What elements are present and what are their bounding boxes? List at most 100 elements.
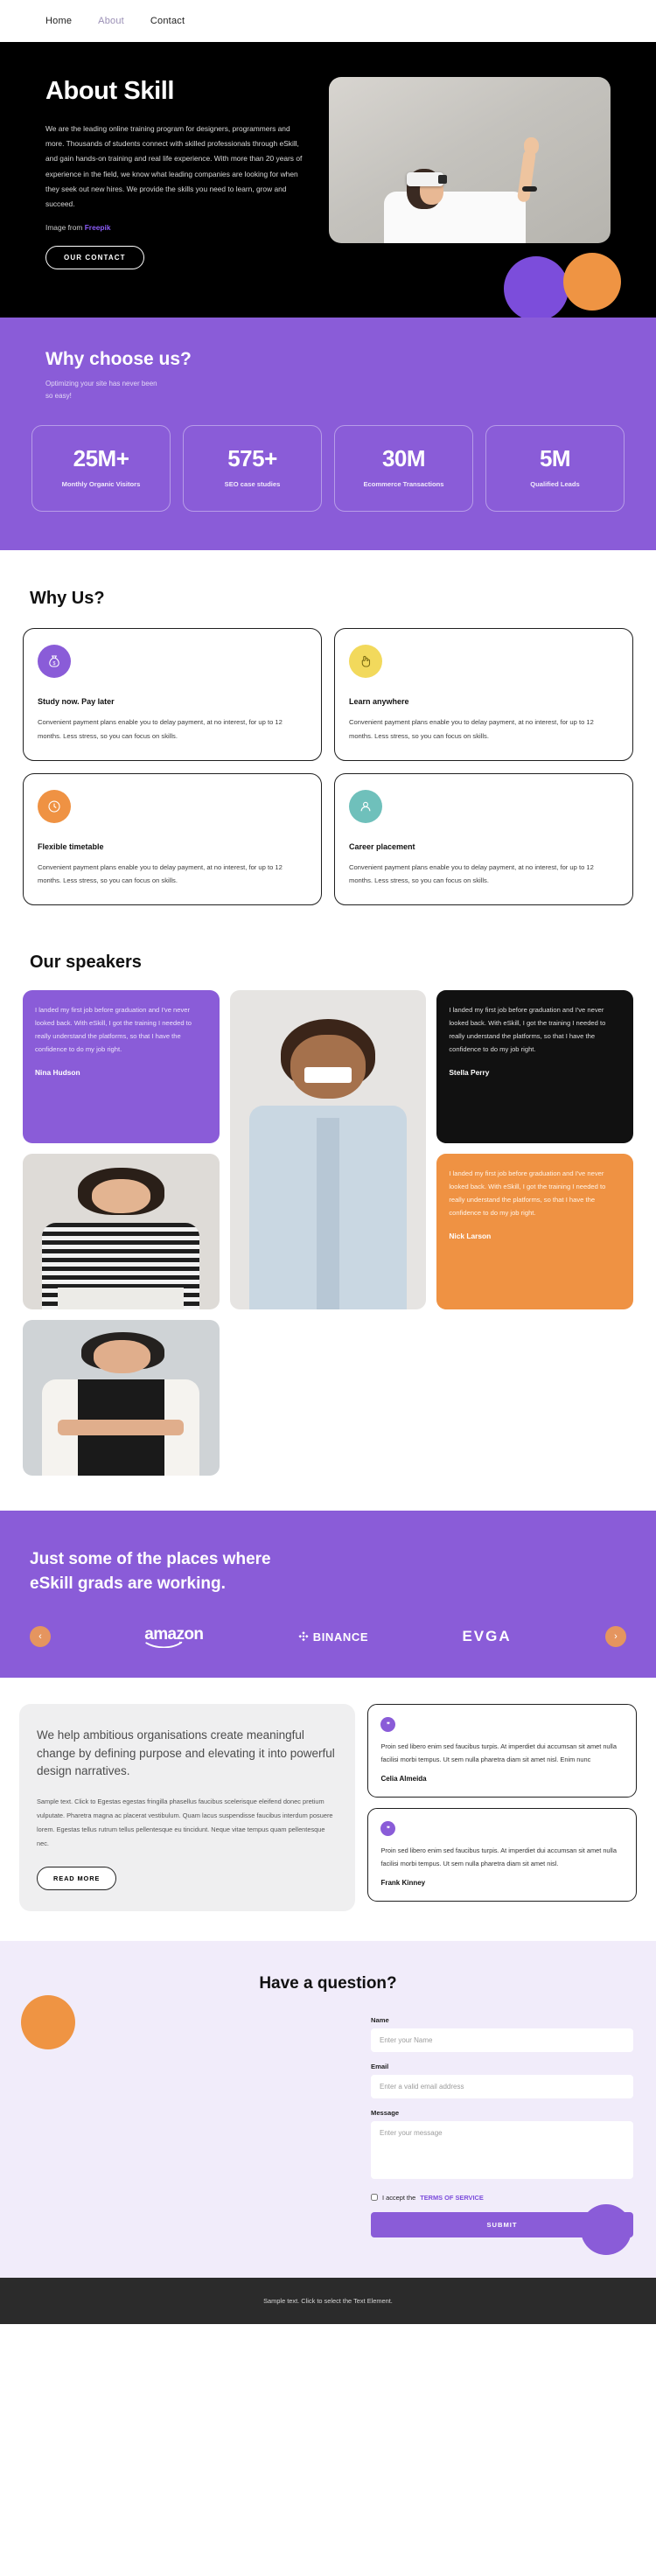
- arms-crossed-shape: [58, 1420, 185, 1435]
- chevron-right-icon[interactable]: ›: [604, 1626, 626, 1648]
- vr-person-illustration: [368, 114, 560, 243]
- terms-of-service-link[interactable]: TERMS OF SERVICE: [420, 2194, 484, 2202]
- stat-card: 575+ SEO case studies: [183, 425, 322, 513]
- nav-item-home[interactable]: Home: [45, 16, 72, 26]
- why-choose-us-subheading: Optimizing your site has never been so e…: [45, 380, 157, 401]
- terms-checkbox-row: I accept the TERMS OF SERVICE: [371, 2194, 633, 2202]
- why-us-card-grid: $ Study now. Pay later Convenient paymen…: [23, 628, 633, 906]
- contact-form-section: Have a question? Name Email Message I ac…: [0, 1940, 656, 2278]
- message-label: Message: [371, 2108, 400, 2117]
- image-credit: Image from Freepik: [45, 223, 308, 232]
- organisations-panel: We help ambitious organisations create m…: [19, 1704, 356, 1911]
- stat-label: Qualified Leads: [530, 480, 580, 489]
- feature-card[interactable]: Learn anywhere Convenient payment plans …: [334, 628, 633, 761]
- our-contact-button[interactable]: OUR CONTACT: [45, 246, 144, 270]
- contact-form-wrapper: Name Email Message I accept the TERMS OF…: [23, 2016, 633, 2237]
- email-label: Email: [371, 2062, 389, 2070]
- page-title: About Skill: [45, 77, 175, 105]
- vr-headset-icon: [406, 171, 447, 186]
- binance-diamond-icon: [298, 1631, 309, 1642]
- feature-title: Study now. Pay later: [38, 697, 115, 707]
- nav-item-about[interactable]: About: [98, 16, 124, 26]
- hero-content: About Skill We are the leading online tr…: [45, 77, 308, 270]
- email-input[interactable]: [371, 2074, 633, 2098]
- stat-card: 5M Qualified Leads: [485, 425, 625, 513]
- why-choose-us-section: Why choose us? Optimizing your site has …: [0, 318, 656, 551]
- testimonial-card-nick: I landed my first job before graduation …: [436, 1154, 633, 1310]
- purple-circle-decoration: [504, 256, 569, 318]
- binance-logo: BINANCE: [297, 1630, 368, 1644]
- top-navigation: Home About Contact: [0, 0, 656, 42]
- terms-checkbox[interactable]: [371, 2194, 378, 2202]
- user-circle-icon: [349, 789, 382, 823]
- speaker-photo-man: [229, 990, 427, 1310]
- name-input[interactable]: [371, 2028, 633, 2052]
- stat-label: SEO case studies: [224, 480, 281, 489]
- quote-author: Frank Kinney: [380, 1879, 426, 1888]
- quote-icon: ❞: [380, 1717, 396, 1733]
- svg-text:$: $: [53, 661, 56, 667]
- quote-card: ❞ Proin sed libero enim sed faucibus tur…: [367, 1704, 637, 1798]
- testimonial-text: I landed my first job before graduation …: [449, 1006, 606, 1053]
- feature-title: Learn anywhere: [349, 697, 409, 707]
- testimonial-author: Stella Perry: [449, 1068, 490, 1078]
- feature-card[interactable]: Flexible timetable Convenient payment pl…: [23, 772, 322, 906]
- stat-value: 25M+: [73, 445, 129, 472]
- stat-card: 30M Ecommerce Transactions: [334, 425, 473, 513]
- quote-text: Proin sed libero enim sed faucibus turpi…: [380, 1846, 617, 1867]
- organisations-testimonials: ❞ Proin sed libero enim sed faucibus tur…: [367, 1704, 637, 1910]
- clock-icon: [38, 789, 71, 823]
- feature-title: Career placement: [349, 841, 415, 851]
- feature-card[interactable]: $ Study now. Pay later Convenient paymen…: [23, 628, 322, 761]
- feature-text: Convenient payment plans enable you to d…: [38, 718, 283, 740]
- testimonial-card-stella: I landed my first job before graduation …: [436, 990, 633, 1144]
- speaker-photo-woman-2: [23, 1320, 220, 1476]
- smile-shape: [304, 1066, 352, 1084]
- quote-author: Celia Almeida: [380, 1775, 427, 1784]
- vr-arm-shape: [517, 148, 537, 203]
- chevron-left-icon[interactable]: ‹: [30, 1626, 51, 1648]
- stat-value: 575+: [227, 445, 277, 472]
- contact-form-heading: Have a question?: [259, 1973, 397, 1993]
- brand-carousel: ‹ amazon BINANCE EVGA ›: [30, 1625, 626, 1649]
- why-choose-us-heading: Why choose us?: [45, 349, 192, 370]
- feature-title: Flexible timetable: [38, 841, 104, 851]
- vr-photo: [329, 77, 611, 243]
- speakers-grid: I landed my first job before graduation …: [23, 990, 633, 1476]
- freepik-link[interactable]: Freepik: [85, 223, 111, 232]
- footer: Sample text. Click to select the Text El…: [0, 2277, 656, 2324]
- quote-icon: ❞: [380, 1821, 396, 1837]
- read-more-button[interactable]: READ MORE: [37, 1866, 117, 1890]
- testimonial-text: I landed my first job before graduation …: [35, 1006, 192, 1053]
- feature-card[interactable]: Career placement Convenient payment plan…: [334, 772, 633, 906]
- amazon-wordmark: amazon: [144, 1625, 204, 1644]
- feature-text: Convenient payment plans enable you to d…: [349, 862, 594, 885]
- credit-prefix: Image from: [45, 223, 85, 233]
- terms-accept-text: I accept the: [382, 2193, 416, 2202]
- amazon-logo: amazon: [144, 1625, 204, 1649]
- orange-circle-decoration: [563, 253, 621, 311]
- why-us-heading: Why Us?: [30, 589, 105, 609]
- testimonial-text: I landed my first job before graduation …: [449, 1169, 606, 1217]
- organisations-headline: We help ambitious organisations create m…: [37, 1728, 335, 1778]
- binance-wordmark: BINANCE: [312, 1630, 369, 1644]
- footer-text: Sample text. Click to select the Text El…: [263, 2296, 393, 2305]
- hero-description: We are the leading online training progr…: [45, 124, 303, 209]
- organisations-section: We help ambitious organisations create m…: [0, 1678, 656, 1940]
- brands-section: Just some of the places where eSkill gra…: [0, 1511, 656, 1679]
- name-label: Name: [371, 2015, 389, 2024]
- stat-card-row: 25M+ Monthly Organic Visitors 575+ SEO c…: [23, 425, 633, 513]
- stat-label: Ecommerce Transactions: [363, 480, 444, 489]
- feature-text: Convenient payment plans enable you to d…: [38, 862, 283, 885]
- face-shape: [91, 1178, 151, 1213]
- vr-watch-shape: [521, 185, 537, 192]
- stat-value: 30M: [381, 445, 426, 472]
- hero-media: [329, 77, 611, 269]
- message-input[interactable]: [371, 2120, 633, 2179]
- evga-wordmark: EVGA: [462, 1628, 512, 1645]
- money-bag-icon: $: [38, 645, 71, 679]
- nav-item-contact[interactable]: Contact: [150, 16, 185, 26]
- vr-hand-shape: [523, 137, 539, 156]
- stat-card: 25M+ Monthly Organic Visitors: [31, 425, 171, 513]
- hero-section: About Skill We are the leading online tr…: [0, 42, 656, 318]
